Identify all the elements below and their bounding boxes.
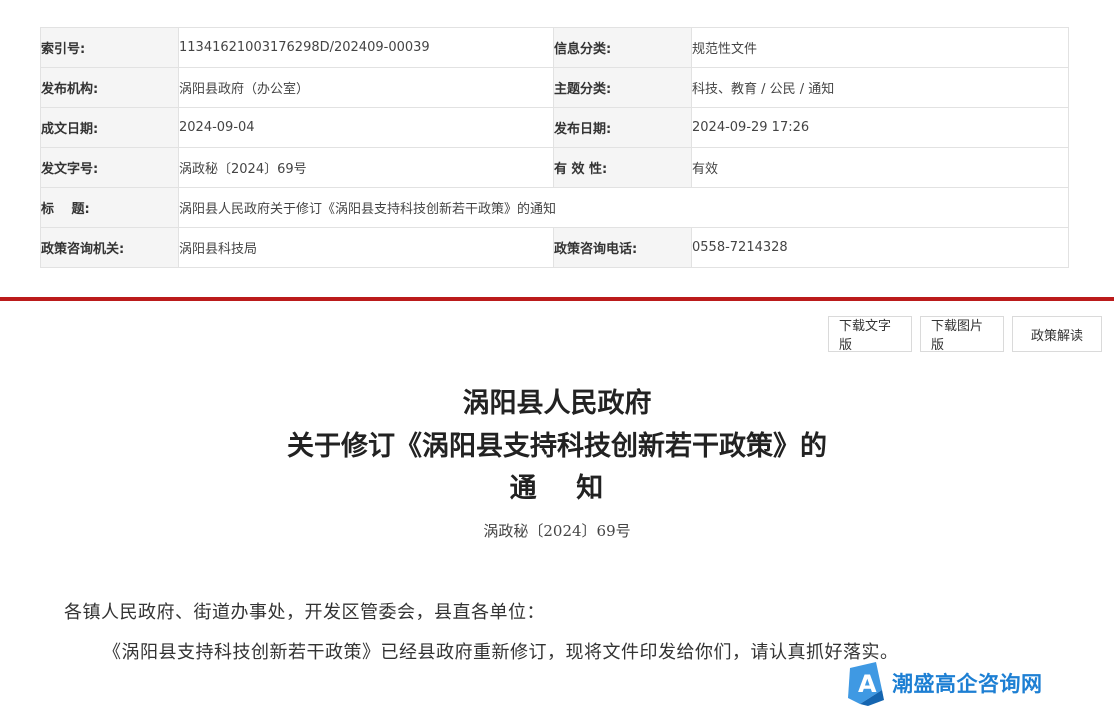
table-row: 发文字号: 涡政秘〔2024〕69号 有 效 性: 有效 <box>40 147 1069 188</box>
topic-category-value: 科技、教育 / 公民 / 通知 <box>691 67 1069 108</box>
watermark-text: 潮盛高企咨询网 <box>892 671 1043 696</box>
document-title-line-1: 涡阳县人民政府 <box>462 388 652 419</box>
consult-agency-label: 政策咨询机关: <box>40 227 179 268</box>
publisher-value: 涡阳县政府（办公室） <box>178 67 554 108</box>
consult-phone-label: 政策咨询电话: <box>553 227 692 268</box>
publish-date-label: 发布日期: <box>553 107 692 148</box>
document-number: 涡政秘〔2024〕69号 <box>483 522 631 540</box>
doc-number-value: 涡政秘〔2024〕69号 <box>178 147 554 188</box>
body-paragraph: 《涡阳县支持科技创新若干政策》已经县政府重新修订，现将文件印发给你们，请认真抓好… <box>103 642 899 663</box>
download-text-button[interactable]: 下载文字版 <box>828 316 912 353</box>
svg-text:A: A <box>858 670 877 698</box>
table-row: 发布机构: 涡阳县政府（办公室） 主题分类: 科技、教育 / 公民 / 通知 <box>40 67 1069 108</box>
table-row: 政策咨询机关: 涡阳县科技局 政策咨询电话: 0558-7214328 <box>40 227 1069 268</box>
info-category-value: 规范性文件 <box>691 27 1069 68</box>
salutation: 各镇人民政府、街道办事处，开发区管委会，县直各单位： <box>64 602 545 623</box>
topic-category-label: 主题分类: <box>553 67 692 108</box>
doc-number-label: 发文字号: <box>40 147 179 188</box>
index-number-label: 索引号: <box>40 27 179 68</box>
watermark-logo-icon: A <box>848 662 884 706</box>
written-date-value: 2024-09-04 <box>178 107 554 148</box>
consult-agency-value: 涡阳县科技局 <box>178 227 554 268</box>
validity-label: 有 效 性: <box>553 147 692 188</box>
publish-date-value: 2024-09-29 17:26 <box>691 107 1069 148</box>
validity-value: 有效 <box>691 147 1069 188</box>
title-value: 涡阳县人民政府关于修订《涡阳县支持科技创新若干政策》的通知 <box>178 187 1069 228</box>
download-image-button[interactable]: 下载图片版 <box>920 316 1004 353</box>
metadata-table: 索引号: 11341621003176298D/202409-00039 信息分… <box>40 27 1069 268</box>
consult-phone-value: 0558-7214328 <box>691 227 1069 268</box>
policy-interpretation-button[interactable]: 政策解读 <box>1012 316 1102 352</box>
title-label: 标 题: <box>40 187 179 228</box>
table-row: 标 题: 涡阳县人民政府关于修订《涡阳县支持科技创新若干政策》的通知 <box>40 187 1069 228</box>
document-title-line-3: 通 知 <box>509 473 605 504</box>
document-title-line-2: 关于修订《涡阳县支持科技创新若干政策》的 <box>287 431 827 462</box>
document-action-bar: 下载文字版 下载图片版 政策解读 <box>828 316 1102 353</box>
watermark: A 潮盛高企咨询网 <box>846 660 1043 706</box>
table-row: 成文日期: 2024-09-04 发布日期: 2024-09-29 17:26 <box>40 107 1069 148</box>
written-date-label: 成文日期: <box>40 107 179 148</box>
info-category-label: 信息分类: <box>553 27 692 68</box>
table-row: 索引号: 11341621003176298D/202409-00039 信息分… <box>40 27 1069 68</box>
red-divider <box>0 297 1114 301</box>
publisher-label: 发布机构: <box>40 67 179 108</box>
index-number-value: 11341621003176298D/202409-00039 <box>178 27 554 68</box>
document-metadata-table: 索引号: 11341621003176298D/202409-00039 信息分… <box>40 27 1069 268</box>
